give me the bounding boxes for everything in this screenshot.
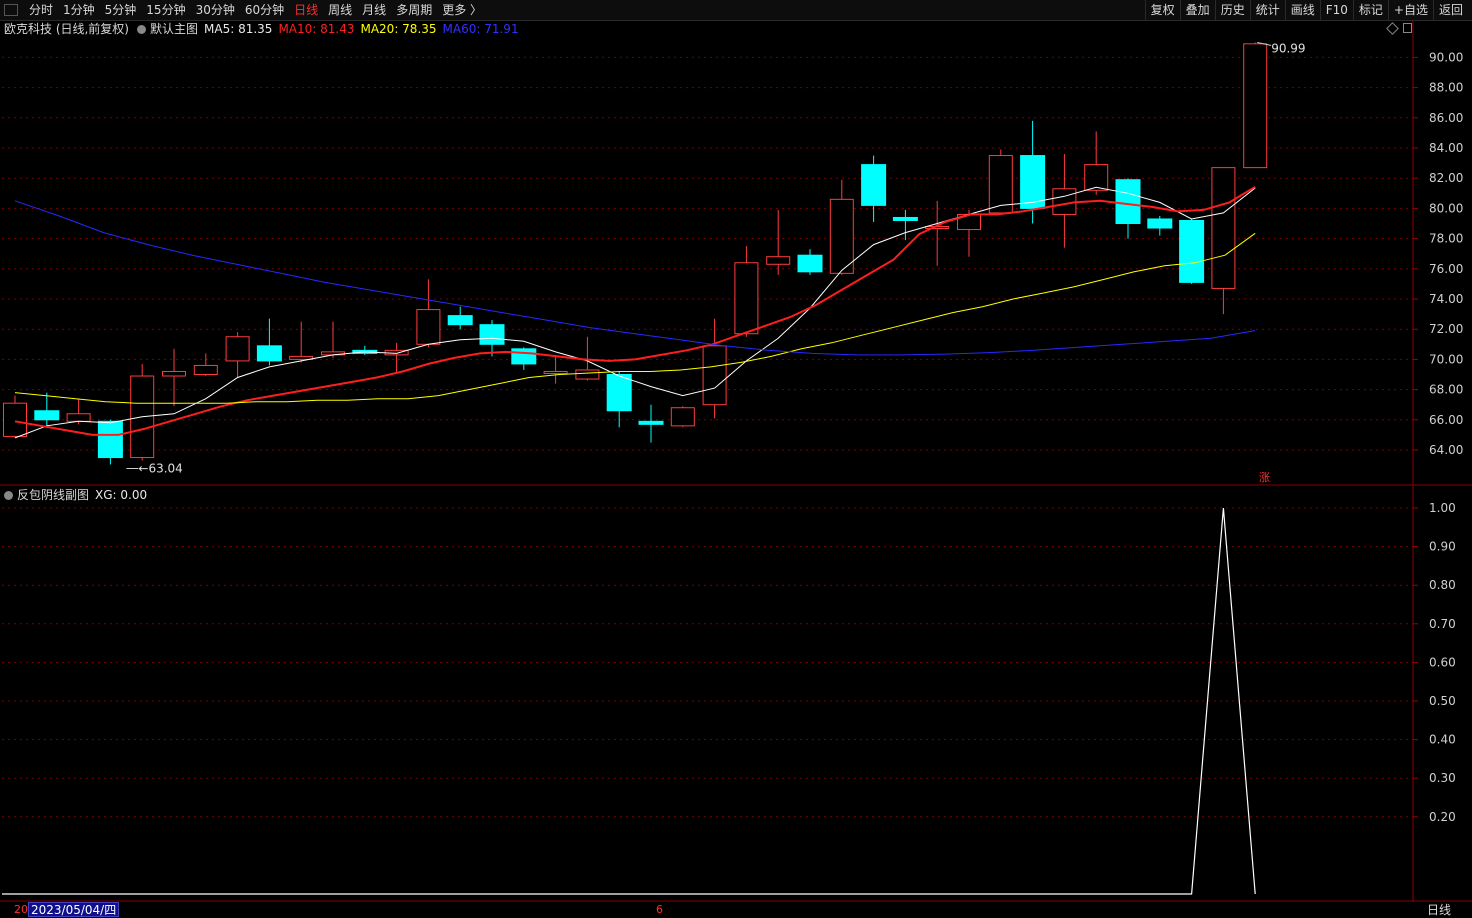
y-tick-label: 0.60 bbox=[1429, 655, 1456, 669]
candle bbox=[543, 370, 568, 374]
candle bbox=[416, 309, 441, 345]
y-tick-label: 0.70 bbox=[1429, 617, 1456, 631]
high-label: 90.99 bbox=[1271, 41, 1305, 55]
selected-date: 2023/05/04/四 bbox=[28, 902, 120, 917]
candle bbox=[34, 410, 60, 421]
y-tick-label: 78.00 bbox=[1429, 232, 1463, 246]
y-tick-label: 88.00 bbox=[1429, 81, 1463, 95]
rise-marker: 涨 bbox=[1259, 471, 1270, 484]
candle bbox=[511, 348, 537, 365]
candle bbox=[797, 254, 823, 273]
candle bbox=[702, 345, 727, 406]
candle bbox=[734, 262, 759, 335]
candle bbox=[225, 336, 250, 362]
candle bbox=[97, 420, 123, 459]
candle bbox=[256, 345, 282, 362]
low-label: ←63.04 bbox=[138, 461, 182, 475]
y-tick-label: 76.00 bbox=[1429, 262, 1463, 276]
ma60-line bbox=[14, 200, 1256, 356]
y-tick-label: 82.00 bbox=[1429, 171, 1463, 185]
y-tick-label: 80.00 bbox=[1429, 201, 1463, 215]
y-tick-label: 74.00 bbox=[1429, 292, 1463, 306]
y-tick-label: 0.40 bbox=[1429, 733, 1456, 747]
date-tick-start: 20 bbox=[14, 903, 28, 916]
y-tick-label: 64.00 bbox=[1429, 443, 1463, 457]
candle bbox=[575, 369, 600, 380]
candle bbox=[66, 413, 91, 422]
candle bbox=[3, 402, 27, 437]
candle bbox=[670, 407, 695, 427]
y-tick-label: 0.30 bbox=[1429, 771, 1456, 785]
ma10-line bbox=[14, 185, 1256, 436]
candle bbox=[1084, 164, 1109, 191]
y-tick-label: 68.00 bbox=[1429, 383, 1463, 397]
candle bbox=[1179, 219, 1205, 283]
y-tick-label: 1.00 bbox=[1429, 501, 1456, 515]
candle bbox=[193, 364, 218, 376]
candle bbox=[1052, 188, 1077, 215]
y-tick-label: 0.50 bbox=[1429, 694, 1456, 708]
candle bbox=[892, 216, 918, 221]
y-tick-label: 0.90 bbox=[1429, 540, 1456, 554]
stock-chart[interactable]: 64.00 66.00 68.00 70.00 72.00 74.00 76.00 78.00… bbox=[0, 0, 1472, 918]
y-tick-label: 70.00 bbox=[1429, 352, 1463, 366]
y-tick-label: 0.80 bbox=[1429, 578, 1456, 592]
y-tick-label: 86.00 bbox=[1429, 111, 1463, 125]
candle bbox=[1147, 218, 1173, 229]
candle bbox=[1115, 179, 1141, 225]
candle bbox=[447, 315, 473, 326]
y-tick-label: 0.20 bbox=[1429, 810, 1456, 824]
ma20-line bbox=[14, 232, 1256, 404]
y-tick-label: 84.00 bbox=[1429, 141, 1463, 155]
candle bbox=[479, 324, 505, 345]
candle bbox=[162, 370, 186, 377]
y-tick-label: 90.00 bbox=[1429, 50, 1463, 64]
candle bbox=[829, 198, 854, 274]
ma5-line bbox=[14, 186, 1256, 439]
candle bbox=[606, 374, 632, 412]
candle bbox=[638, 420, 664, 425]
y-tick-label: 72.00 bbox=[1429, 322, 1463, 336]
candle bbox=[861, 164, 887, 206]
period-label[interactable]: 日线 bbox=[1427, 902, 1451, 918]
date-tick-month: 6 bbox=[656, 903, 663, 916]
candle bbox=[766, 256, 791, 265]
y-tick-label: 66.00 bbox=[1429, 413, 1463, 427]
candle bbox=[1243, 43, 1268, 169]
candle bbox=[1211, 167, 1236, 289]
